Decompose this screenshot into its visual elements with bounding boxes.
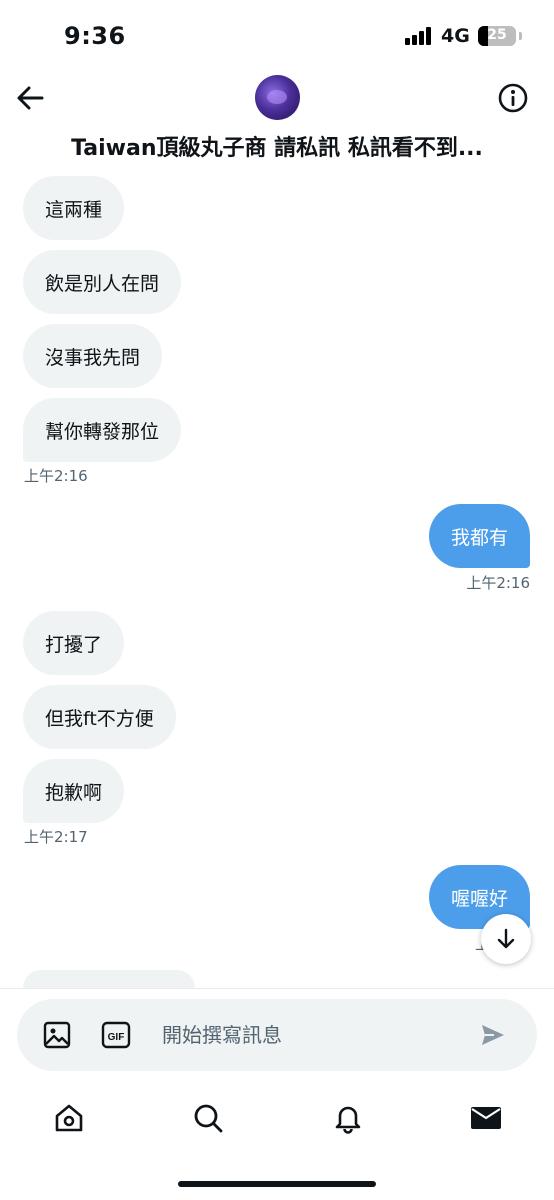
- message-timestamp: 上午2:17: [24, 828, 88, 846]
- incoming-message[interactable]: 飲是別人在問: [23, 250, 182, 314]
- svg-text:GIF: GIF: [108, 1032, 125, 1043]
- battery-cap: [519, 32, 522, 40]
- outgoing-message[interactable]: 我都有: [428, 504, 530, 568]
- nav-notifications[interactable]: [328, 1098, 368, 1138]
- cellular-signal-icon: [405, 27, 433, 45]
- nav-messages[interactable]: [466, 1098, 506, 1138]
- mail-icon: [471, 1107, 501, 1129]
- search-icon: [194, 1104, 223, 1133]
- arrow-down-icon: [497, 928, 515, 949]
- incoming-message[interactable]: 抱歉啊: [23, 759, 125, 823]
- incoming-message[interactable]: 沒事我先問: [23, 324, 163, 388]
- media-button[interactable]: [41, 1019, 73, 1051]
- nav-search[interactable]: [188, 1098, 228, 1138]
- image-icon: [43, 1021, 71, 1049]
- send-button[interactable]: [477, 1019, 509, 1051]
- gif-button[interactable]: GIF: [100, 1019, 132, 1051]
- scroll-to-bottom-button[interactable]: [481, 914, 531, 964]
- arrow-left-icon: [17, 86, 44, 110]
- nav-home[interactable]: [49, 1098, 89, 1138]
- message-timestamp: 上午2:16: [466, 574, 530, 592]
- network-type: 4G: [441, 25, 470, 47]
- incoming-message[interactable]: 幫你轉發那位: [23, 398, 182, 462]
- incoming-message[interactable]: 打擾了: [23, 611, 125, 675]
- battery-icon: 25: [478, 26, 516, 46]
- incoming-message[interactable]: 但我ft不方便: [23, 685, 176, 749]
- message-composer: GIF: [17, 999, 537, 1071]
- gif-icon: GIF: [101, 1021, 131, 1049]
- bottom-navigation: [0, 1090, 554, 1146]
- incoming-message[interactable]: 這兩種: [23, 176, 125, 240]
- battery-level: 25: [487, 27, 507, 43]
- back-button[interactable]: [12, 80, 48, 116]
- composer-divider: [0, 988, 554, 989]
- message-input[interactable]: [162, 1013, 462, 1057]
- info-icon: [498, 83, 528, 113]
- home-icon: [55, 1104, 83, 1132]
- status-bar: 9:36 4G 25: [0, 0, 554, 70]
- incoming-message-partial[interactable]: [23, 970, 195, 988]
- bell-icon: [335, 1106, 361, 1134]
- home-indicator: [178, 1181, 376, 1187]
- avatar[interactable]: [255, 75, 300, 120]
- info-button[interactable]: [497, 82, 529, 114]
- message-timestamp: 上午2:16: [24, 467, 88, 485]
- chat-title[interactable]: Taiwan頂級丸子商 請私訊 私訊看不到...: [20, 130, 534, 162]
- status-time: 9:36: [64, 22, 126, 50]
- send-icon: [482, 1025, 504, 1045]
